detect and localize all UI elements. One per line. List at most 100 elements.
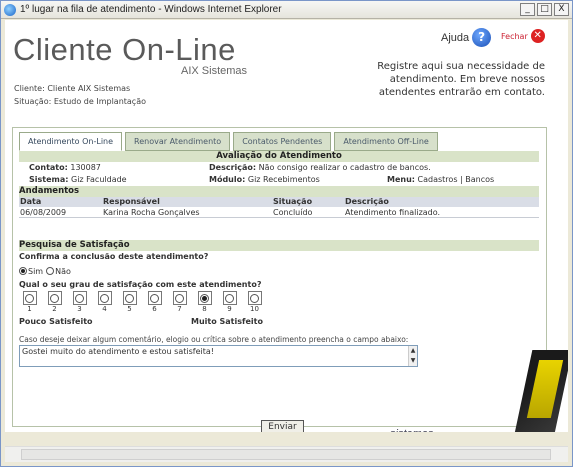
scale-item[interactable]: 2 [44,291,65,317]
main-panel: Atendimento On-Line Renovar Atendimento … [12,127,547,432]
no-radio[interactable] [46,267,55,275]
table-cell: 06/08/2009 [20,208,67,217]
evaluation-row-1: Contato: 130087 Descrição: Não consigo r… [19,162,539,174]
scale-radio[interactable] [175,293,184,303]
evaluation-title: Avaliação do Atendimento [19,151,539,162]
scale-item[interactable]: 1 [19,291,40,317]
scale-label: 3 [77,305,82,313]
scale-item[interactable]: 4 [94,291,115,317]
intro-line: atendentes entrarão em contato. [378,87,545,98]
client-info: Cliente: Cliente AIX Sistemas Situação: … [14,82,146,108]
scale-item[interactable]: 10 [244,291,265,317]
scale-label: 1 [27,305,32,313]
table-cell: Atendimento finalizado. [345,208,441,217]
contato-value: 130087 [70,163,101,172]
scale-radio[interactable] [225,293,234,303]
menu-value: Cadastros | Bancos [417,175,495,184]
app-logo-title: Cliente On-Line [13,32,236,67]
satisfaction-question: Qual o seu grau de satisfação com este a… [19,280,262,289]
no-option[interactable]: Não [46,265,71,277]
scale-radio-selected[interactable] [200,293,209,303]
scale-item[interactable]: 9 [219,291,240,317]
scale-radio[interactable] [100,293,109,303]
confirm-options: Sim Não [19,263,539,279]
comment-text[interactable]: Gostei muito do atendimento e estou sati… [22,347,214,356]
scale-label: 6 [152,305,157,313]
scale-item[interactable]: 3 [69,291,90,317]
help-label[interactable]: Ajuda [441,32,469,44]
app-logo-subtitle: AIX Sistemas [181,65,248,77]
scale-item[interactable]: 6 [144,291,165,317]
table-cell: Concluído [273,208,313,217]
sistema-value: Giz Faculdade [71,175,127,184]
yes-option[interactable]: Sim [19,265,43,277]
scale-label: 4 [102,305,107,313]
satisfaction-scale: 1 2 3 4 5 6 7 8 9 10 [19,291,539,317]
menu-label: Menu: [387,175,415,184]
scale-radio[interactable] [50,293,59,303]
scale-label: 8 [202,305,207,313]
evaluation-row-2: Sistema: Giz Faculdade Módulo: Giz Receb… [19,174,539,186]
no-label: Não [55,266,71,276]
descricao-label: Descrição: [209,163,257,172]
internet-explorer-icon [4,3,16,16]
tab-bar: Atendimento On-Line Renovar Atendimento … [19,132,438,151]
scale-label: 10 [250,305,259,313]
modulo-value: Giz Recebimentos [247,175,320,184]
andamentos-header: Data Responsável Situação Descrição [19,197,539,207]
scale-label: 5 [127,305,132,313]
scale-radio[interactable] [150,293,159,303]
scrollbar-thumb[interactable] [21,449,551,460]
close-window-button[interactable]: X [554,3,569,16]
intro-line: atendimento. Em breve nossos [389,74,545,85]
table-row: 06/08/2009 Karina Rocha Gonçalves Conclu… [19,207,539,218]
maximize-button[interactable]: □ [537,3,552,16]
title-bar: 1º lugar na fila de atendimento - Window… [1,1,572,19]
column-header: Responsável [103,197,160,206]
minimize-button[interactable]: _ [520,3,535,16]
close-label[interactable]: Fechar [501,32,528,41]
contato-label: Contato: [29,163,68,172]
status-bar [5,433,568,445]
scale-extremes: Pouco Satisfeito Muito Satisfeito [19,317,539,329]
horizontal-scrollbar[interactable] [5,446,568,462]
scale-item[interactable]: 7 [169,291,190,317]
help-icon[interactable]: ? [472,28,492,47]
enviar-button[interactable]: Enviar [261,420,304,432]
close-link[interactable]: Fechar ✕ [501,29,545,43]
scale-radio[interactable] [250,293,259,303]
sistema-label: Sistema: [29,175,69,184]
scale-label: 2 [52,305,57,313]
andamentos-title: Andamentos [19,186,539,197]
scale-radio[interactable] [125,293,134,303]
tab-renovar-atendimento[interactable]: Renovar Atendimento [125,132,231,151]
scale-item[interactable]: 5 [119,291,140,317]
yes-radio[interactable] [19,267,27,275]
tab-atendimento-online[interactable]: Atendimento On-Line [19,132,123,151]
low-satisfaction-label: Pouco Satisfeito [19,317,93,326]
client-name: Cliente: Cliente AIX Sistemas [14,84,131,93]
high-satisfaction-label: Muito Satisfeito [191,317,263,326]
column-header: Situação [273,197,313,206]
page-content: Cliente On-Line AIX Sistemas Cliente: Cl… [5,20,568,432]
confirm-question: Confirma a conclusão deste atendimento? [19,252,209,261]
tab-contatos-pendentes[interactable]: Contatos Pendentes [233,132,332,151]
survey-title: Pesquisa de Satisfação [19,240,539,251]
help-link[interactable]: Ajuda ? [441,28,492,47]
intro-line: Registre aqui sua necessidade de [377,61,545,72]
scale-radio[interactable] [25,293,34,303]
scale-item[interactable]: 8 [194,291,215,317]
modulo-label: Módulo: [209,175,246,184]
browser-window: 1º lugar na fila de atendimento - Window… [0,0,573,467]
tab-content: Avaliação do Atendimento Contato: 130087… [19,151,539,367]
table-cell: Karina Rocha Gonçalves [103,208,200,217]
window-title: 1º lugar na fila de atendimento - Window… [20,4,282,15]
close-icon[interactable]: ✕ [530,29,545,43]
comment-textarea[interactable]: Gostei muito do atendimento e estou sati… [19,345,418,367]
tab-atendimento-offline[interactable]: Atendimento Off-Line [334,132,438,151]
textarea-scrollbar[interactable]: ▲ ▼ [408,346,417,366]
scale-label: 7 [177,305,182,313]
scale-radio[interactable] [75,293,84,303]
column-header: Descrição [345,197,389,206]
descricao-value: Não consigo realizar o cadastro de banco… [258,163,431,172]
